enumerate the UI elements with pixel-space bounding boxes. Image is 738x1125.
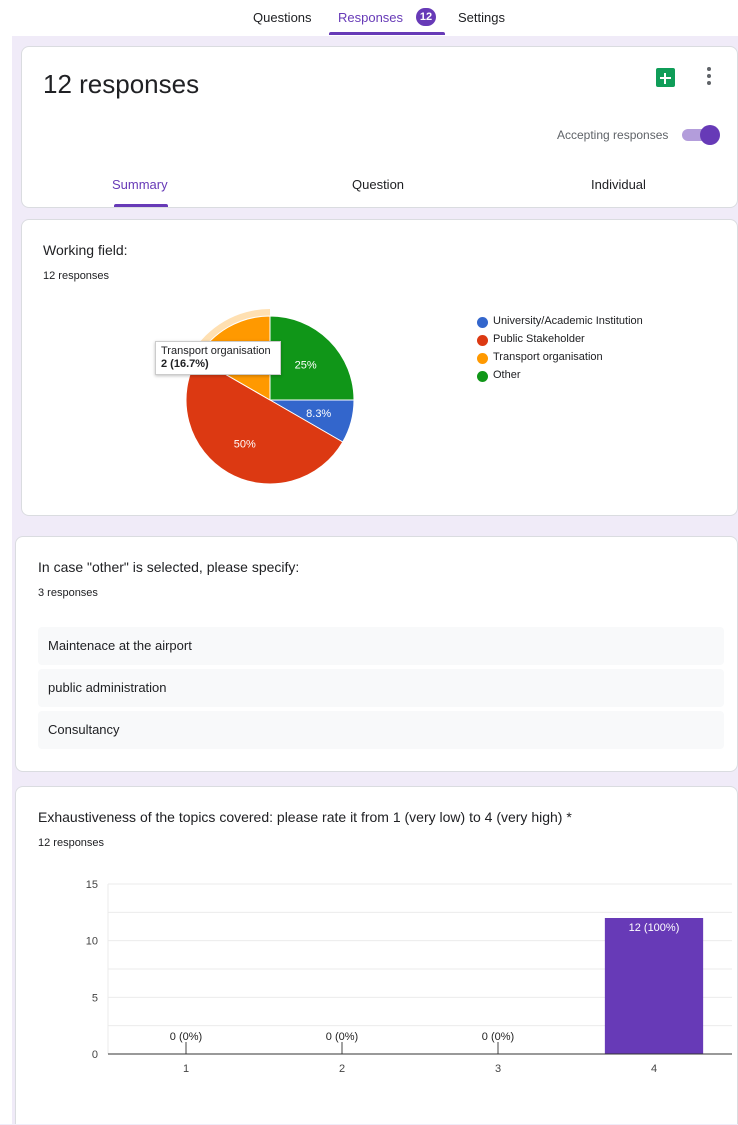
x-tick-label: 4	[651, 1063, 657, 1075]
other-specify-card: In case "other" is selected, please spec…	[15, 536, 738, 772]
bar-chart: 0 5 10 15 0 (0%) 1 0 (0%) 2 0 (0%) 3 12 (100%) 4	[86, 879, 732, 1075]
bar-data-label: 0 (0%)	[482, 1031, 514, 1043]
more-options-icon[interactable]	[704, 65, 714, 89]
y-tick-label: 10	[86, 936, 98, 948]
legend-label: Other	[493, 369, 521, 381]
pie-slice-label: 25%	[295, 359, 317, 371]
subtab-individual[interactable]: Individual	[591, 177, 646, 192]
bar-data-label: 0 (0%)	[170, 1031, 202, 1043]
bar-data-label: 0 (0%)	[326, 1031, 358, 1043]
exhaustiveness-card: Exhaustiveness of the topics covered: pl…	[15, 786, 738, 1124]
legend-swatch	[477, 335, 488, 346]
active-tab-indicator	[329, 32, 445, 35]
working-field-card: Working field: 12 responses 8.3% 50% 25% U…	[21, 219, 738, 516]
subtab-summary[interactable]: Summary	[112, 177, 168, 192]
list-item: Consultancy	[38, 711, 724, 749]
y-tick-label: 15	[86, 879, 98, 891]
question-title: In case "other" is selected, please spec…	[38, 559, 300, 575]
toggle-knob	[700, 125, 720, 145]
legend-swatch	[477, 317, 488, 328]
x-tick-label: 2	[339, 1063, 345, 1075]
list-item: Maintenace at the airport	[38, 627, 724, 665]
top-navigation: Questions Responses 12 Settings	[0, 0, 738, 36]
pie-slice[interactable]	[269, 315, 355, 401]
list-item: public administration	[38, 669, 724, 707]
y-tick-label: 0	[92, 1049, 98, 1061]
tab-questions[interactable]: Questions	[253, 10, 312, 25]
pie-chart: 8.3% 50% 25%	[185, 309, 355, 485]
x-tick-label: 1	[183, 1063, 189, 1075]
accepting-responses-toggle[interactable]	[682, 125, 720, 145]
legend-label: Transport organisation	[493, 351, 603, 363]
responses-header-card: 12 responses Accepting responses Summary…	[21, 46, 738, 208]
y-tick-label: 5	[92, 992, 98, 1004]
chart-tooltip: Transport organisation 2 (16.7%)	[155, 341, 281, 375]
bar-data-label: 12 (100%)	[629, 922, 680, 934]
spreadsheet-icon[interactable]	[656, 68, 675, 87]
accepting-responses-label: Accepting responses	[557, 128, 669, 142]
responses-count-badge: 12	[416, 8, 436, 26]
bar[interactable]	[604, 918, 704, 1054]
subtab-question[interactable]: Question	[352, 177, 404, 192]
tab-settings[interactable]: Settings	[458, 10, 505, 25]
legend-label: University/Academic Institution	[493, 315, 643, 327]
tab-responses[interactable]: Responses	[338, 10, 403, 25]
tooltip-label: Transport organisation	[161, 345, 271, 357]
x-tick-label: 3	[495, 1063, 501, 1075]
legend-label: Public Stakeholder	[493, 333, 585, 345]
pie-slice-label: 8.3%	[306, 408, 331, 420]
active-subtab-indicator	[114, 204, 168, 207]
page-title: 12 responses	[43, 69, 200, 99]
pie-slice-label: 50%	[234, 439, 256, 451]
legend-swatch	[477, 353, 488, 364]
left-margin	[0, 36, 12, 1124]
legend-swatch	[477, 371, 488, 382]
tooltip-value: 2 (16.7%)	[161, 358, 209, 370]
response-count: 3 responses	[38, 587, 98, 599]
